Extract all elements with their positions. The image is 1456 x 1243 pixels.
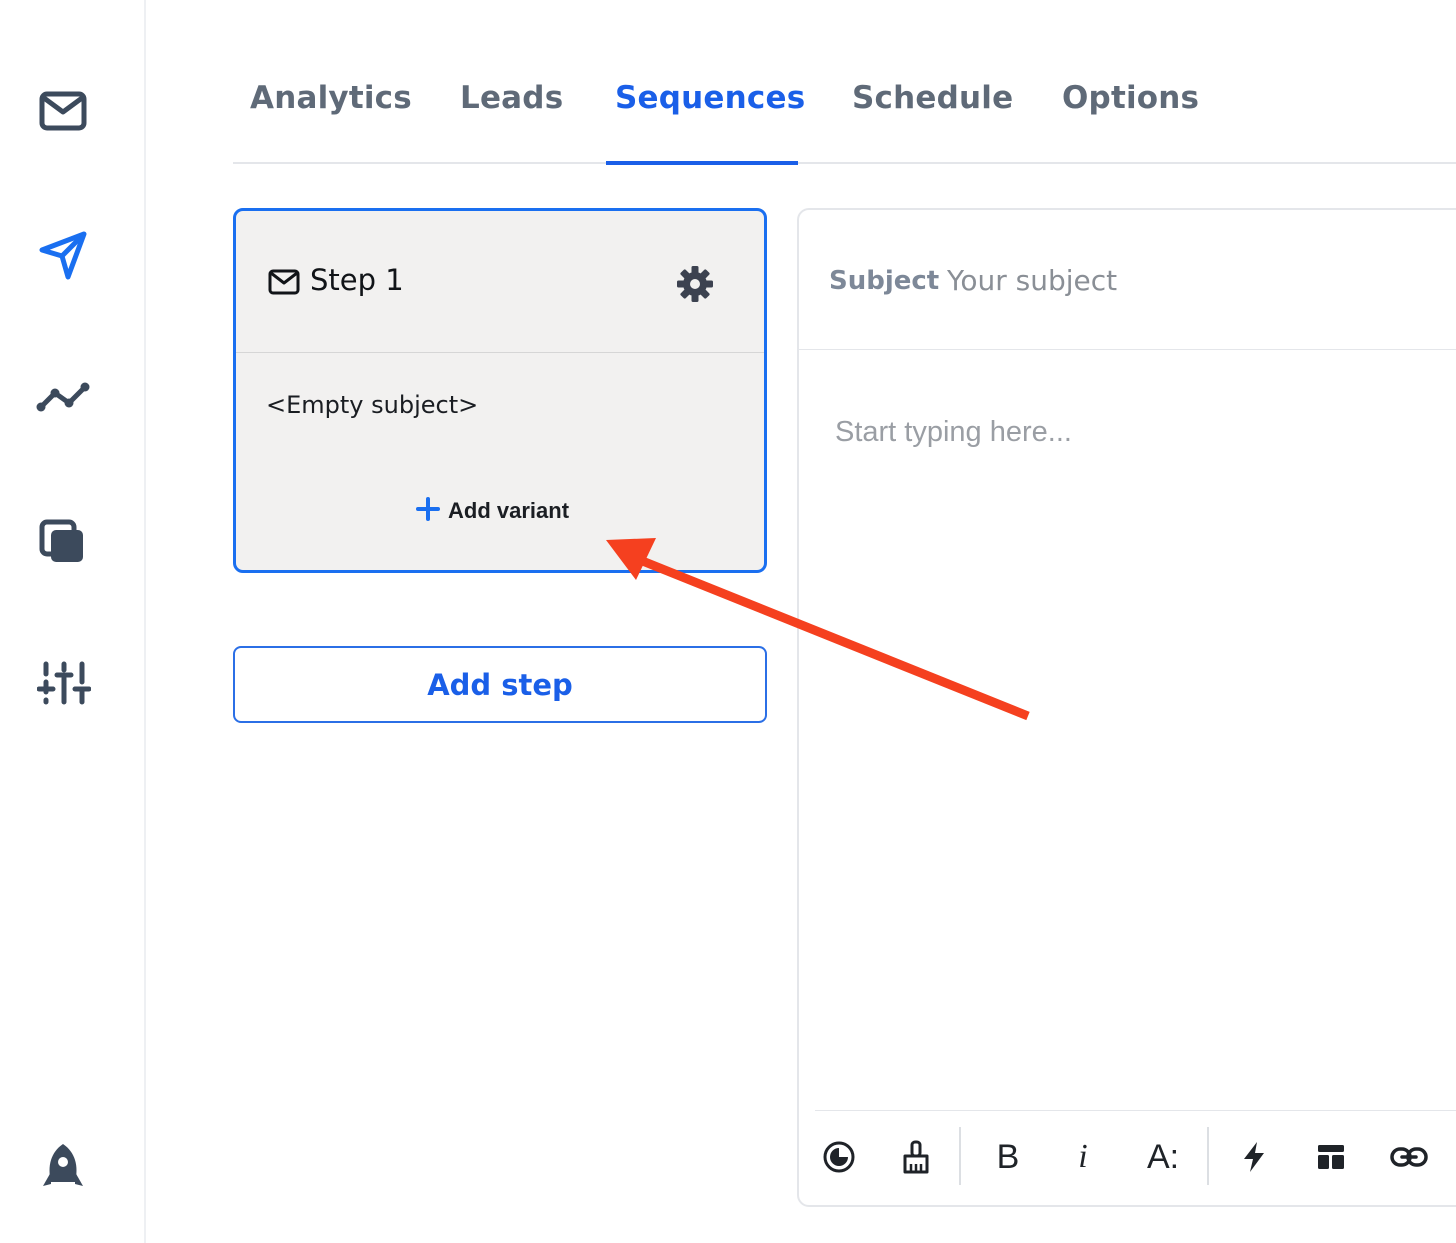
preview-icon[interactable] bbox=[821, 1135, 857, 1179]
link-icon[interactable] bbox=[1389, 1135, 1429, 1179]
envelope-icon bbox=[268, 269, 300, 299]
toolbar-divider bbox=[1207, 1127, 1209, 1185]
editor-toolbar: B i A: bbox=[815, 1110, 1456, 1206]
add-variant-button[interactable]: Add variant bbox=[416, 497, 569, 525]
send-icon[interactable] bbox=[36, 228, 90, 282]
tab-schedule[interactable]: Schedule bbox=[852, 80, 1013, 116]
italic-icon[interactable]: i bbox=[1071, 1135, 1095, 1179]
step-title: Step 1 bbox=[310, 263, 404, 297]
tab-leads[interactable]: Leads bbox=[460, 80, 563, 116]
add-variant-label: Add variant bbox=[448, 498, 570, 523]
subject-label: Subject bbox=[829, 266, 940, 296]
sidebar bbox=[0, 0, 146, 1243]
mail-icon[interactable] bbox=[36, 88, 90, 134]
subject-row: Subject bbox=[799, 210, 1456, 350]
bold-icon[interactable]: B bbox=[993, 1135, 1023, 1179]
clean-format-icon[interactable] bbox=[899, 1135, 933, 1179]
flash-icon[interactable] bbox=[1239, 1135, 1269, 1179]
rocket-icon[interactable] bbox=[40, 1142, 86, 1194]
step-subject: <Empty subject> bbox=[266, 391, 479, 419]
copy-icon[interactable] bbox=[38, 518, 88, 566]
sliders-icon[interactable] bbox=[36, 660, 92, 706]
analytics-trend-icon[interactable] bbox=[34, 380, 92, 416]
add-step-button[interactable]: Add step bbox=[233, 646, 767, 723]
toolbar-divider bbox=[959, 1127, 961, 1185]
tab-sequences[interactable]: Sequences bbox=[615, 80, 805, 116]
tab-options[interactable]: Options bbox=[1062, 80, 1199, 116]
font-size-icon[interactable]: A: bbox=[1143, 1135, 1183, 1179]
template-icon[interactable] bbox=[1315, 1135, 1347, 1179]
email-editor: Subject B i A: bbox=[797, 208, 1456, 1207]
step-card[interactable]: Step 1 <Empty subject> Add variant bbox=[233, 208, 767, 573]
gear-icon[interactable] bbox=[676, 265, 714, 307]
email-body-input[interactable] bbox=[835, 416, 1435, 1016]
step-header: Step 1 bbox=[236, 211, 764, 353]
subject-input[interactable] bbox=[947, 256, 1447, 304]
tab-bar: Analytics Leads Sequences Schedule Optio… bbox=[233, 60, 1456, 165]
tab-analytics[interactable]: Analytics bbox=[250, 80, 412, 116]
active-tab-indicator bbox=[606, 161, 798, 165]
plus-icon bbox=[416, 497, 440, 525]
